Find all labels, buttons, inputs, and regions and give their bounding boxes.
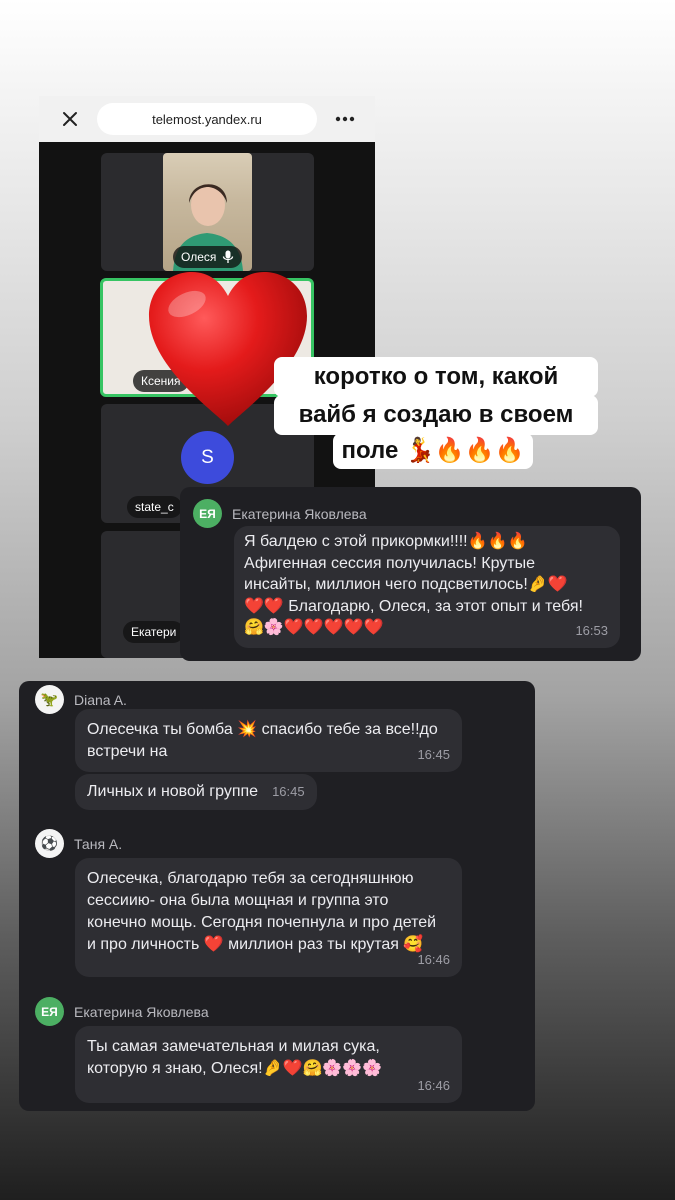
browser-bar: telemost.yandex.ru (39, 96, 375, 142)
message-bubble[interactable]: Олесечка, благодарю тебя за сегодняшнюю … (75, 858, 462, 977)
caption-line: коротко о том, какой (274, 357, 598, 397)
video-tile-olesya[interactable]: Олеся (101, 153, 314, 271)
soccer-ball-icon: ⚽ (35, 829, 64, 858)
participant-name-chip: Екатери (123, 621, 185, 643)
chat-screenshot-top: ЕЯ Екатерина Яковлева Я балдею с этой пр… (180, 487, 641, 661)
message-sender: ⚽ Таня А. (35, 829, 122, 858)
avatar: ЕЯ (35, 997, 64, 1026)
message-text: Олесечка ты бомба 💥 спасибо тебе за все!… (87, 721, 438, 760)
message-text: Личных и новой группе (87, 783, 259, 800)
message-text: Олесечка, благодарю тебя за сегодняшнюю … (87, 870, 437, 953)
message-time: 16:46 (417, 1078, 450, 1093)
avatar-emoji: 🦖 (40, 691, 59, 707)
sender-name: Diana A. (74, 691, 127, 708)
url-field[interactable]: telemost.yandex.ru (97, 103, 317, 135)
message-time: 16:45 (417, 747, 450, 762)
message-bubble[interactable]: Личных и новой группе 16:45 (75, 774, 317, 810)
message-text: Ты самая замечательная и милая сука, кот… (87, 1038, 383, 1077)
message-time: 16:46 (417, 952, 450, 967)
participant-avatar: S (181, 431, 234, 484)
sender-name: Таня А. (74, 835, 123, 852)
sender-name: Екатерина Яковлева (74, 1003, 209, 1020)
message-bubble[interactable]: Ты самая замечательная и милая сука, кот… (75, 1026, 462, 1103)
more-dots-icon (335, 116, 355, 122)
message-time: 16:53 (575, 623, 608, 638)
avatar-emoji: ⚽ (40, 835, 59, 851)
participant-name: state_c (135, 500, 174, 514)
mic-icon (223, 250, 234, 263)
chat-screenshot: 🦖 Diana A. Олесечка ты бомба 💥 спасибо т… (19, 681, 535, 1111)
message-time: 16:45 (272, 784, 305, 799)
caption-line: поле 💃🔥🔥🔥 (333, 433, 533, 469)
message-sender: ЕЯ Екатерина Яковлева (193, 499, 367, 528)
close-button[interactable] (56, 105, 84, 133)
participant-name: Екатери (131, 625, 177, 639)
avatar-initial: S (201, 446, 214, 468)
close-icon (63, 112, 77, 126)
message-bubble[interactable]: Олесечка ты бомба 💥 спасибо тебе за все!… (75, 709, 462, 772)
dinosaur-icon: 🦖 (35, 685, 64, 714)
more-menu-button[interactable] (329, 105, 361, 133)
sender-name: Екатерина Яковлева (232, 505, 367, 522)
message-bubble[interactable]: Я балдею с этой прикормки!!!!🔥🔥🔥 Афигенн… (234, 526, 620, 648)
avatar: ЕЯ (193, 499, 222, 528)
participant-name: Олеся (181, 250, 217, 264)
message-text: Я балдею с этой прикормки!!!!🔥🔥🔥 Афигенн… (244, 533, 583, 637)
avatar-initials: ЕЯ (41, 1004, 58, 1019)
participant-name-chip: Олеся (173, 246, 243, 268)
participant-name-chip: state_c (127, 496, 182, 518)
avatar-initials: ЕЯ (199, 506, 216, 521)
caption-line: вайб я создаю в своем (274, 395, 598, 435)
url-text: telemost.yandex.ru (152, 111, 262, 127)
message-sender: ЕЯ Екатерина Яковлева (35, 997, 209, 1026)
